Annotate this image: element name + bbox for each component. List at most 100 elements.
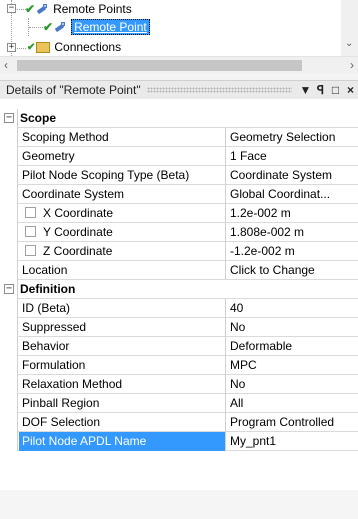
tree-vertical-scrollbar[interactable]: ⌄: [341, 0, 358, 56]
property-value[interactable]: No: [227, 375, 358, 394]
row-gutter: [0, 375, 18, 394]
property-row[interactable]: ID (Beta) 40: [0, 299, 358, 318]
property-value[interactable]: Program Controlled: [227, 413, 358, 432]
panel-splitter[interactable]: [0, 73, 358, 81]
maximize-icon[interactable]: □: [328, 83, 343, 97]
category-scope[interactable]: − Scope: [0, 109, 358, 128]
row-gutter: [0, 261, 18, 280]
property-row-selected[interactable]: Pilot Node APDL Name My_pnt1: [0, 432, 358, 451]
property-value[interactable]: 40: [227, 299, 358, 318]
property-row[interactable]: Z Coordinate -1.2e-002 m: [0, 242, 358, 261]
property-value[interactable]: 1 Face: [227, 147, 358, 166]
row-gutter: [0, 394, 18, 413]
close-icon[interactable]: ×: [343, 83, 358, 97]
parameter-checkbox[interactable]: [25, 245, 36, 256]
property-row[interactable]: Pinball Region All: [0, 394, 358, 413]
chevron-down-icon[interactable]: ⌄: [345, 38, 353, 49]
property-name: Location: [19, 261, 226, 280]
property-name: Pilot Node APDL Name: [19, 432, 226, 451]
category-definition[interactable]: − Definition: [0, 280, 358, 299]
row-gutter: [0, 356, 18, 375]
property-row[interactable]: Formulation MPC: [0, 356, 358, 375]
tree-node-label: Remote Points: [53, 2, 132, 16]
row-gutter: −: [0, 109, 18, 128]
row-gutter: [0, 337, 18, 356]
property-value[interactable]: Click to Change: [227, 261, 358, 280]
panel-empty-area: [0, 490, 358, 519]
property-value[interactable]: MPC: [227, 356, 358, 375]
folder-icon: [36, 41, 51, 53]
scroll-right-icon[interactable]: ›: [350, 58, 354, 72]
property-row[interactable]: Coordinate System Global Coordinat...: [0, 185, 358, 204]
collapse-scope-icon[interactable]: −: [4, 113, 14, 123]
row-gutter: [0, 299, 18, 318]
row-gutter: [0, 242, 18, 261]
row-gutter: [0, 223, 18, 242]
property-row[interactable]: X Coordinate 1.2e-002 m: [0, 204, 358, 223]
property-value-input[interactable]: My_pnt1: [227, 432, 358, 451]
property-name: Y Coordinate: [43, 225, 113, 239]
property-value[interactable]: Global Coordinat...: [227, 185, 358, 204]
property-name: Behavior: [19, 337, 226, 356]
tree-node-label-selected: Remote Point: [71, 19, 150, 35]
tree-horizontal-scrollbar[interactable]: ‹ ›: [0, 56, 358, 73]
pin-icon[interactable]: ꟼ: [313, 83, 328, 97]
tree-node-remote-points[interactable]: ✔ Remote Points: [25, 0, 132, 18]
property-value[interactable]: No: [227, 318, 358, 337]
property-name-with-checkbox: Y Coordinate: [19, 223, 226, 242]
property-value[interactable]: Geometry Selection: [227, 128, 358, 147]
property-row[interactable]: DOF Selection Program Controlled: [0, 413, 358, 432]
property-row[interactable]: Behavior Deformable: [0, 337, 358, 356]
property-name: Z Coordinate: [43, 244, 113, 258]
property-name: ID (Beta): [19, 299, 226, 318]
tree-node-remote-point[interactable]: ✔ Remote Point: [43, 18, 150, 36]
collapse-definition-icon[interactable]: −: [4, 284, 14, 294]
details-title: Details of "Remote Point": [6, 83, 141, 97]
row-gutter: [0, 185, 18, 204]
property-name: Pinball Region: [19, 394, 226, 413]
remote-point-icon: [53, 21, 67, 33]
row-gutter: −: [0, 280, 18, 299]
property-name-with-checkbox: X Coordinate: [19, 204, 226, 223]
row-gutter: [0, 204, 18, 223]
row-gutter: [0, 147, 18, 166]
scroll-left-icon[interactable]: ‹: [4, 58, 8, 72]
property-row[interactable]: Y Coordinate 1.808e-002 m: [0, 223, 358, 242]
details-property-grid: − Scope Scoping Method Geometry Selection…: [0, 109, 358, 451]
remote-point-icon: [35, 3, 49, 15]
scrollbar-thumb[interactable]: [17, 60, 302, 71]
row-gutter: [0, 318, 18, 337]
property-row[interactable]: Location Click to Change: [0, 261, 358, 280]
property-row[interactable]: Geometry 1 Face: [0, 147, 358, 166]
checkmark-icon: ✔: [43, 20, 54, 34]
category-label: Definition: [20, 282, 76, 296]
remote-points-expander[interactable]: −: [7, 4, 16, 13]
drag-grip[interactable]: [146, 87, 292, 93]
parameter-checkbox[interactable]: [25, 226, 36, 237]
property-name: Pilot Node Scoping Type (Beta): [19, 166, 226, 185]
property-row[interactable]: Pilot Node Scoping Type (Beta) Coordinate…: [0, 166, 358, 185]
property-value[interactable]: 1.808e-002 m: [227, 223, 358, 242]
status-icon: ✔: [27, 41, 36, 53]
property-name: Scoping Method: [19, 128, 226, 147]
property-value[interactable]: 1.2e-002 m: [227, 204, 358, 223]
parameter-checkbox[interactable]: [25, 207, 36, 218]
property-row[interactable]: Scoping Method Geometry Selection: [0, 128, 358, 147]
property-value[interactable]: All: [227, 394, 358, 413]
property-value[interactable]: Coordinate System: [227, 166, 358, 185]
row-gutter: [0, 166, 18, 185]
property-value[interactable]: Deformable: [227, 337, 358, 356]
category-label: Scope: [20, 111, 57, 125]
property-value[interactable]: -1.2e-002 m: [227, 242, 358, 261]
property-name: Geometry: [19, 147, 226, 166]
property-name: DOF Selection: [19, 413, 226, 432]
row-gutter: [0, 432, 18, 451]
row-gutter: [0, 413, 18, 432]
property-row[interactable]: Relaxation Method No: [0, 375, 358, 394]
property-row[interactable]: Suppressed No: [0, 318, 358, 337]
tree-node-label: Connections: [54, 40, 122, 54]
panel-menu-icon[interactable]: ▼: [298, 83, 313, 97]
connections-expander[interactable]: +: [7, 43, 16, 52]
tree-node-connections[interactable]: ✔ Connections: [27, 38, 121, 56]
property-name: Relaxation Method: [19, 375, 226, 394]
